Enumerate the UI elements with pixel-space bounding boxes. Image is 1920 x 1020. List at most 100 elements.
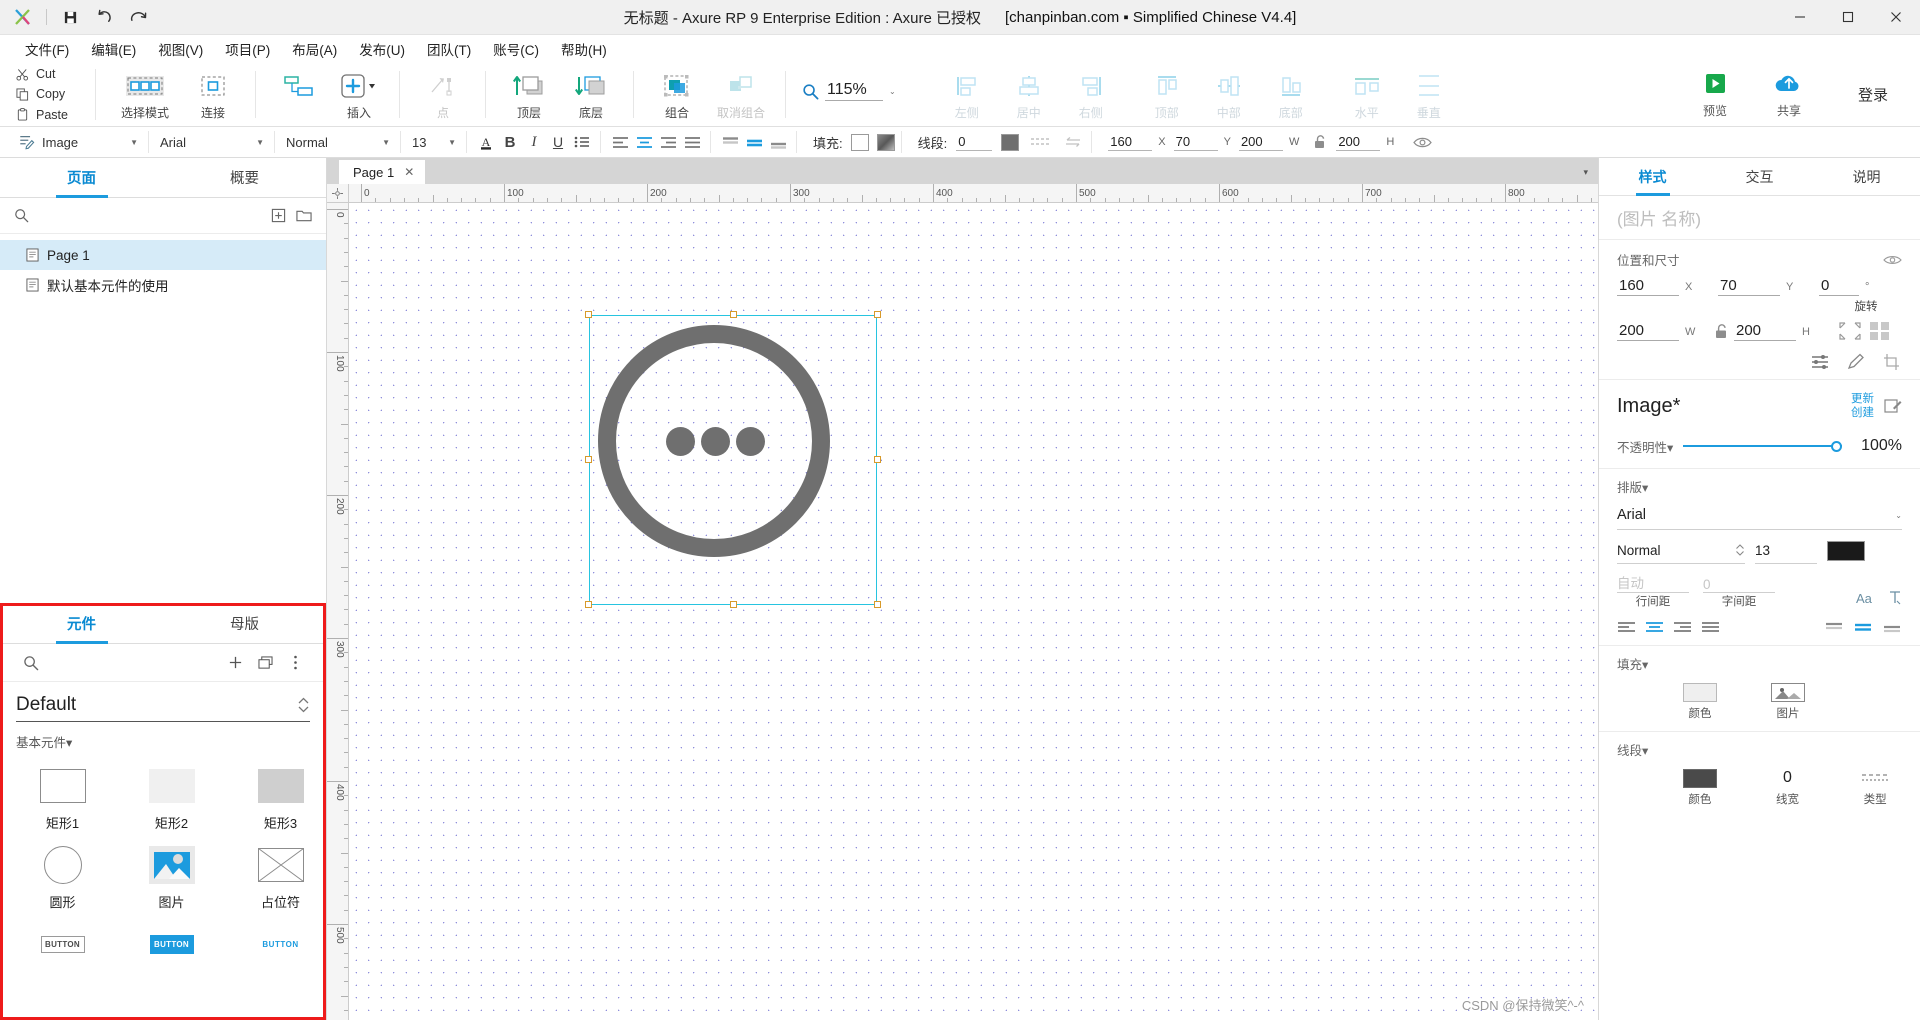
menu-team[interactable]: 团队(T) [416,35,482,63]
more-vertical-icon[interactable] [280,655,310,670]
copy-button[interactable]: Copy [14,85,96,103]
bring-to-front-button[interactable]: 顶层 [498,67,560,121]
zoom-value[interactable]: 115% [825,81,883,101]
font-family-dropdown[interactable]: Arial ▼ [156,131,268,154]
ungroup-button[interactable]: 取消组合 [708,67,774,121]
select-mode-button[interactable]: 选择模式 [108,67,182,121]
resize-handle-s[interactable] [730,601,737,608]
line-style-dashed-icon[interactable] [1028,131,1052,154]
widget-rect3[interactable]: 矩形3 [226,757,335,836]
anchor-grid-icon[interactable] [1868,320,1892,342]
widget-rect1[interactable]: 矩形1 [8,757,117,836]
y-input[interactable] [1718,276,1780,296]
menu-file[interactable]: 文件(F) [14,35,80,63]
line-type-icon[interactable] [1861,769,1889,788]
position-y-input[interactable] [1173,133,1218,151]
create-label[interactable]: 创建 [1851,407,1874,419]
fill-color-cell[interactable]: 颜色 [1673,682,1727,721]
plus-icon[interactable] [220,655,250,670]
line-width-value[interactable]: 0 [1783,769,1792,788]
menu-layout[interactable]: 布局(A) [281,35,348,63]
position-x-input[interactable] [1108,133,1153,151]
widget-button-filled[interactable]: BUTTON [117,915,226,971]
tab-pages[interactable]: 页面 [0,158,163,197]
menu-help[interactable]: 帮助(H) [550,35,618,63]
point-button[interactable]: 点 [412,67,474,121]
line-width-cell[interactable]: 0 线宽 [1761,769,1815,807]
line-color-cell[interactable]: 颜色 [1673,768,1727,807]
lock-open-icon[interactable] [1307,131,1331,154]
text-decoration-icon[interactable] [1888,590,1902,606]
line-height-input[interactable]: 自动 [1617,572,1689,593]
widget-rect2[interactable]: 矩形2 [117,757,226,836]
update-create-links[interactable]: 更新 创建 [1851,392,1874,421]
redo-icon[interactable] [121,3,155,31]
tab-notes[interactable]: 说明 [1813,158,1920,195]
copy-stack-icon[interactable] [250,655,280,670]
align-left-button[interactable]: 左侧 [936,67,998,121]
align-right-button[interactable]: 右侧 [1060,67,1122,121]
pencil-icon[interactable] [1846,353,1866,371]
valign-top-icon[interactable] [1824,621,1844,633]
canvas-tab-page1[interactable]: Page 1 ✕ [339,160,426,184]
bold-icon[interactable]: B [498,131,522,154]
font-size-dropdown[interactable]: 13 ▼ [408,131,460,154]
size-width-input[interactable] [1238,133,1283,151]
typography-font-family-select[interactable]: Arial ⌄ [1617,502,1902,530]
image-fill-icon[interactable] [1771,682,1805,702]
italic-icon[interactable]: I [522,131,546,154]
update-label[interactable]: 更新 [1851,393,1874,405]
widget-group-header[interactable]: 基本元件▾ [0,722,326,755]
menu-publish[interactable]: 发布(U) [348,35,416,63]
opacity-slider-knob[interactable] [1831,440,1842,452]
tab-widgets[interactable]: 元件 [0,604,163,643]
align-right-icon[interactable] [656,131,680,154]
typography-font-size-input[interactable] [1755,537,1817,564]
fill-image-cell[interactable]: 图片 [1761,682,1815,721]
justify-icon[interactable] [1701,621,1720,633]
fill-color-swatch[interactable] [1683,682,1717,702]
text-case-icon[interactable]: Aa [1856,590,1876,606]
login-button[interactable]: 登录 [1844,78,1902,111]
widget-image[interactable]: 图片 [117,836,226,915]
page-item-page1[interactable]: Page 1 [0,240,326,270]
h-input[interactable] [1734,321,1796,341]
resize-corners-icon[interactable] [1837,320,1863,342]
design-canvas[interactable]: CSDN @保持微笑^-^ [349,203,1598,1020]
search-icon[interactable] [16,655,46,671]
share-button[interactable]: 共享 [1760,70,1818,119]
bullet-list-icon[interactable] [570,131,594,154]
tab-outline[interactable]: 概要 [163,158,326,197]
close-button[interactable] [1872,0,1920,35]
underline-icon[interactable]: U [546,131,570,154]
resize-handle-n[interactable] [730,311,737,318]
add-folder-icon[interactable] [296,208,312,223]
connect-button[interactable]: 连接 [182,67,244,121]
opacity-slider[interactable] [1683,439,1842,453]
page-item-default-widgets[interactable]: 默认基本元件的使用 [0,270,326,300]
typography-color-swatch[interactable] [1827,540,1865,561]
arrow-style-icon[interactable] [1061,131,1085,154]
add-page-icon[interactable] [271,208,286,223]
widget-library-select[interactable]: Default [16,688,310,722]
menu-view[interactable]: 视图(V) [147,35,214,63]
tab-style[interactable]: 样式 [1599,158,1706,195]
group-button[interactable]: 组合 [646,67,708,121]
valign-bottom-icon[interactable] [766,131,790,154]
ruler-corner[interactable] [327,184,349,203]
align-center-icon[interactable] [1645,621,1664,633]
preview-button[interactable]: 预览 [1686,70,1744,119]
resize-handle-e[interactable] [874,456,881,463]
widget-circle[interactable]: 圆形 [8,836,117,915]
typography-font-style-select[interactable]: Normal [1617,538,1745,564]
typography-header[interactable]: 排版▾ [1617,477,1902,496]
valign-top-icon[interactable] [718,131,742,154]
align-right-icon[interactable] [1673,621,1692,633]
minimize-button[interactable] [1776,0,1824,35]
search-icon[interactable] [14,208,29,223]
font-style-dropdown[interactable]: Normal ▼ [282,131,394,154]
line-header[interactable]: 线段▾ [1617,740,1902,759]
resize-handle-sw[interactable] [585,601,592,608]
opacity-label[interactable]: 不透明性▾ [1617,437,1673,456]
resize-handle-w[interactable] [585,456,592,463]
